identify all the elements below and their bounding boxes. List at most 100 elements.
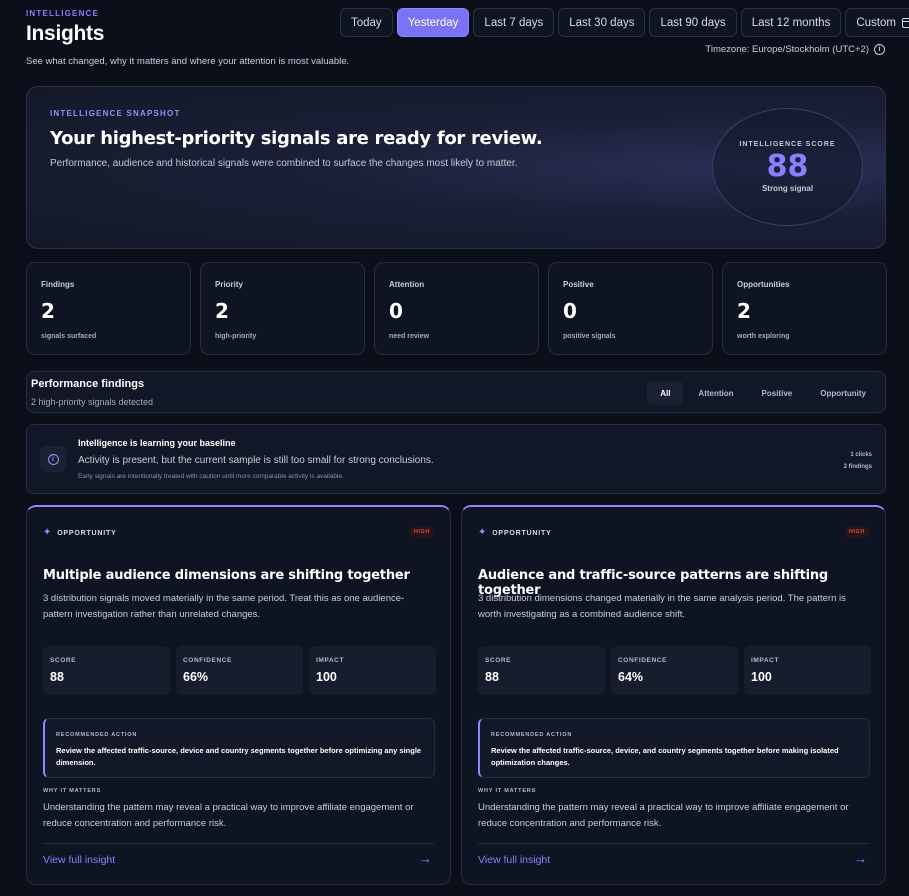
metric-impact: IMPACT 100 [309, 646, 436, 695]
findings-title: Performance findings [31, 378, 145, 390]
recommended-action-text: Review the affected traffic-source, devi… [491, 746, 839, 767]
findings-subtitle: 2 high-priority signals detected [31, 397, 154, 407]
insight-tag-label: OPPORTUNITY [57, 529, 117, 537]
stat-note: high-priority [215, 333, 257, 340]
priority-badge: HIGH [844, 527, 869, 537]
page-subtitle: See what changed, why it matters and whe… [26, 56, 350, 67]
info-icon[interactable]: i [874, 44, 885, 55]
stat-card-priority: Priority 2 high-priority [200, 262, 365, 355]
filter-tab-attention[interactable]: Attention [685, 381, 746, 405]
calendar-icon [901, 17, 909, 28]
metric-confidence: CONFIDENCE 66% [176, 646, 303, 695]
insight-card: ✦ OPPORTUNITY HIGH Audience and traffic-… [461, 505, 886, 885]
metric-value: 88 [485, 670, 499, 684]
intelligence-score: INTELLIGENCE SCORE 88 Strong signal [712, 108, 863, 226]
info-icon: i [47, 453, 59, 465]
view-full-insight-link[interactable]: View full insight [478, 854, 550, 866]
score-caption: Strong signal [761, 184, 814, 193]
sparkle-icon: ✦ [478, 527, 488, 538]
recommended-action: RECOMMENDED ACTION Review the affected t… [478, 718, 870, 778]
metric-label: IMPACT [751, 657, 780, 664]
stats-row: Findings 2 signals surfaced Priority 2 h… [26, 262, 887, 355]
page-title: Insights [26, 22, 105, 45]
metric-score: SCORE 88 [43, 646, 170, 695]
stat-value: 2 [737, 299, 751, 323]
metric-value: 100 [751, 670, 772, 684]
stat-value: 0 [563, 299, 577, 323]
recommended-action: RECOMMENDED ACTION Review the affected t… [43, 718, 435, 778]
card-divider [478, 843, 869, 844]
timezone-label: Timezone: Europe/Stockholm (UTC+2) i [705, 44, 885, 55]
metric-impact: IMPACT 100 [744, 646, 871, 695]
priority-badge: HIGH [409, 527, 434, 537]
metric-label: SCORE [485, 657, 512, 664]
range-today-button[interactable]: Today [340, 8, 393, 37]
stat-label: Attention [389, 280, 425, 289]
insight-tag: ✦ OPPORTUNITY [43, 528, 117, 538]
stat-label: Positive [563, 280, 594, 289]
metric-label: CONFIDENCE [618, 657, 667, 664]
findings-filter-tabs: All Attention Positive Opportunity [647, 381, 879, 405]
snapshot-eyebrow: INTELLIGENCE SNAPSHOT [50, 109, 181, 118]
filter-tab-all[interactable]: All [647, 381, 684, 405]
stat-label: Priority [215, 280, 244, 289]
stat-note: positive signals [563, 333, 616, 340]
date-range-selector: Today Yesterday Last 7 days Last 30 days… [340, 8, 909, 37]
metric-value: 100 [316, 670, 337, 684]
insight-card: ✦ OPPORTUNITY HIGH Multiple audience dim… [26, 505, 451, 885]
page-eyebrow: INTELLIGENCE [26, 9, 100, 18]
why-it-matters-label: WHY IT MATTERS [43, 788, 102, 794]
stat-note: signals surfaced [41, 333, 97, 340]
insight-description: 3 distribution signals moved materially … [43, 593, 405, 620]
stat-value: 0 [389, 299, 403, 323]
learning-note: Early signals are intentionally treated … [78, 473, 344, 480]
metric-value: 64% [618, 670, 644, 684]
arrow-right-icon[interactable]: → [854, 851, 867, 866]
recommended-action-text: Review the affected traffic-source, devi… [56, 746, 422, 767]
recommended-action-label: RECOMMENDED ACTION [56, 732, 138, 738]
stat-label: Findings [41, 280, 75, 289]
snapshot-subtitle: Performance, audience and historical sig… [50, 158, 518, 169]
sparkle-icon: ✦ [43, 527, 53, 538]
insight-description: 3 distribution dimensions changed materi… [478, 593, 846, 620]
score-value: 88 [766, 149, 809, 184]
insight-tag-label: OPPORTUNITY [492, 529, 552, 537]
range-custom-button[interactable]: Custom [845, 8, 909, 37]
arrow-right-icon[interactable]: → [419, 851, 432, 866]
why-it-matters-label: WHY IT MATTERS [478, 788, 537, 794]
insight-metrics: SCORE 88 CONFIDENCE 64% IMPACT 100 [478, 646, 871, 695]
learning-findings-count: 2 findings [843, 464, 872, 470]
metric-value: 88 [50, 670, 64, 684]
learning-meta: 1 clicks 2 findings [844, 449, 872, 473]
insight-title: Multiple audience dimensions are shiftin… [43, 568, 410, 583]
metric-value: 66% [183, 670, 209, 684]
baseline-learning-notice: i Intelligence is learning your baseline… [26, 424, 886, 494]
learning-title: Intelligence is learning your baseline [78, 438, 236, 448]
filter-tab-opportunity[interactable]: Opportunity [807, 381, 879, 405]
insight-tag: ✦ OPPORTUNITY [478, 528, 552, 538]
stat-value: 2 [215, 299, 229, 323]
view-full-insight-link[interactable]: View full insight [43, 854, 115, 866]
range-last-7-days-button[interactable]: Last 7 days [473, 8, 555, 37]
stat-card-opportunities: Opportunities 2 worth exploring [722, 262, 887, 355]
recommended-action-label: RECOMMENDED ACTION [491, 732, 573, 738]
metric-label: IMPACT [316, 657, 345, 664]
metric-label: CONFIDENCE [183, 657, 232, 664]
range-last-12-months-button[interactable]: Last 12 months [740, 8, 842, 37]
timezone-text: Timezone: Europe/Stockholm (UTC+2) [705, 44, 869, 55]
snapshot-title: Your highest-priority signals are ready … [50, 128, 543, 149]
performance-findings-header: Performance findings 2 high-priority sig… [26, 371, 886, 413]
stat-card-attention: Attention 0 need review [374, 262, 539, 355]
stat-label: Opportunities [737, 280, 790, 289]
stat-card-findings: Findings 2 signals surfaced [26, 262, 191, 355]
range-last-90-days-button[interactable]: Last 90 days [649, 8, 737, 37]
stat-value: 2 [41, 299, 55, 323]
why-it-matters-text: Understanding the pattern may reveal a p… [43, 802, 414, 829]
range-yesterday-button[interactable]: Yesterday [396, 8, 470, 37]
score-label: INTELLIGENCE SCORE [739, 141, 836, 148]
range-last-30-days-button[interactable]: Last 30 days [558, 8, 646, 37]
filter-tab-positive[interactable]: Positive [749, 381, 806, 405]
metric-score: SCORE 88 [478, 646, 605, 695]
stat-note: need review [389, 333, 430, 340]
learning-text: Activity is present, but the current sam… [78, 455, 434, 466]
